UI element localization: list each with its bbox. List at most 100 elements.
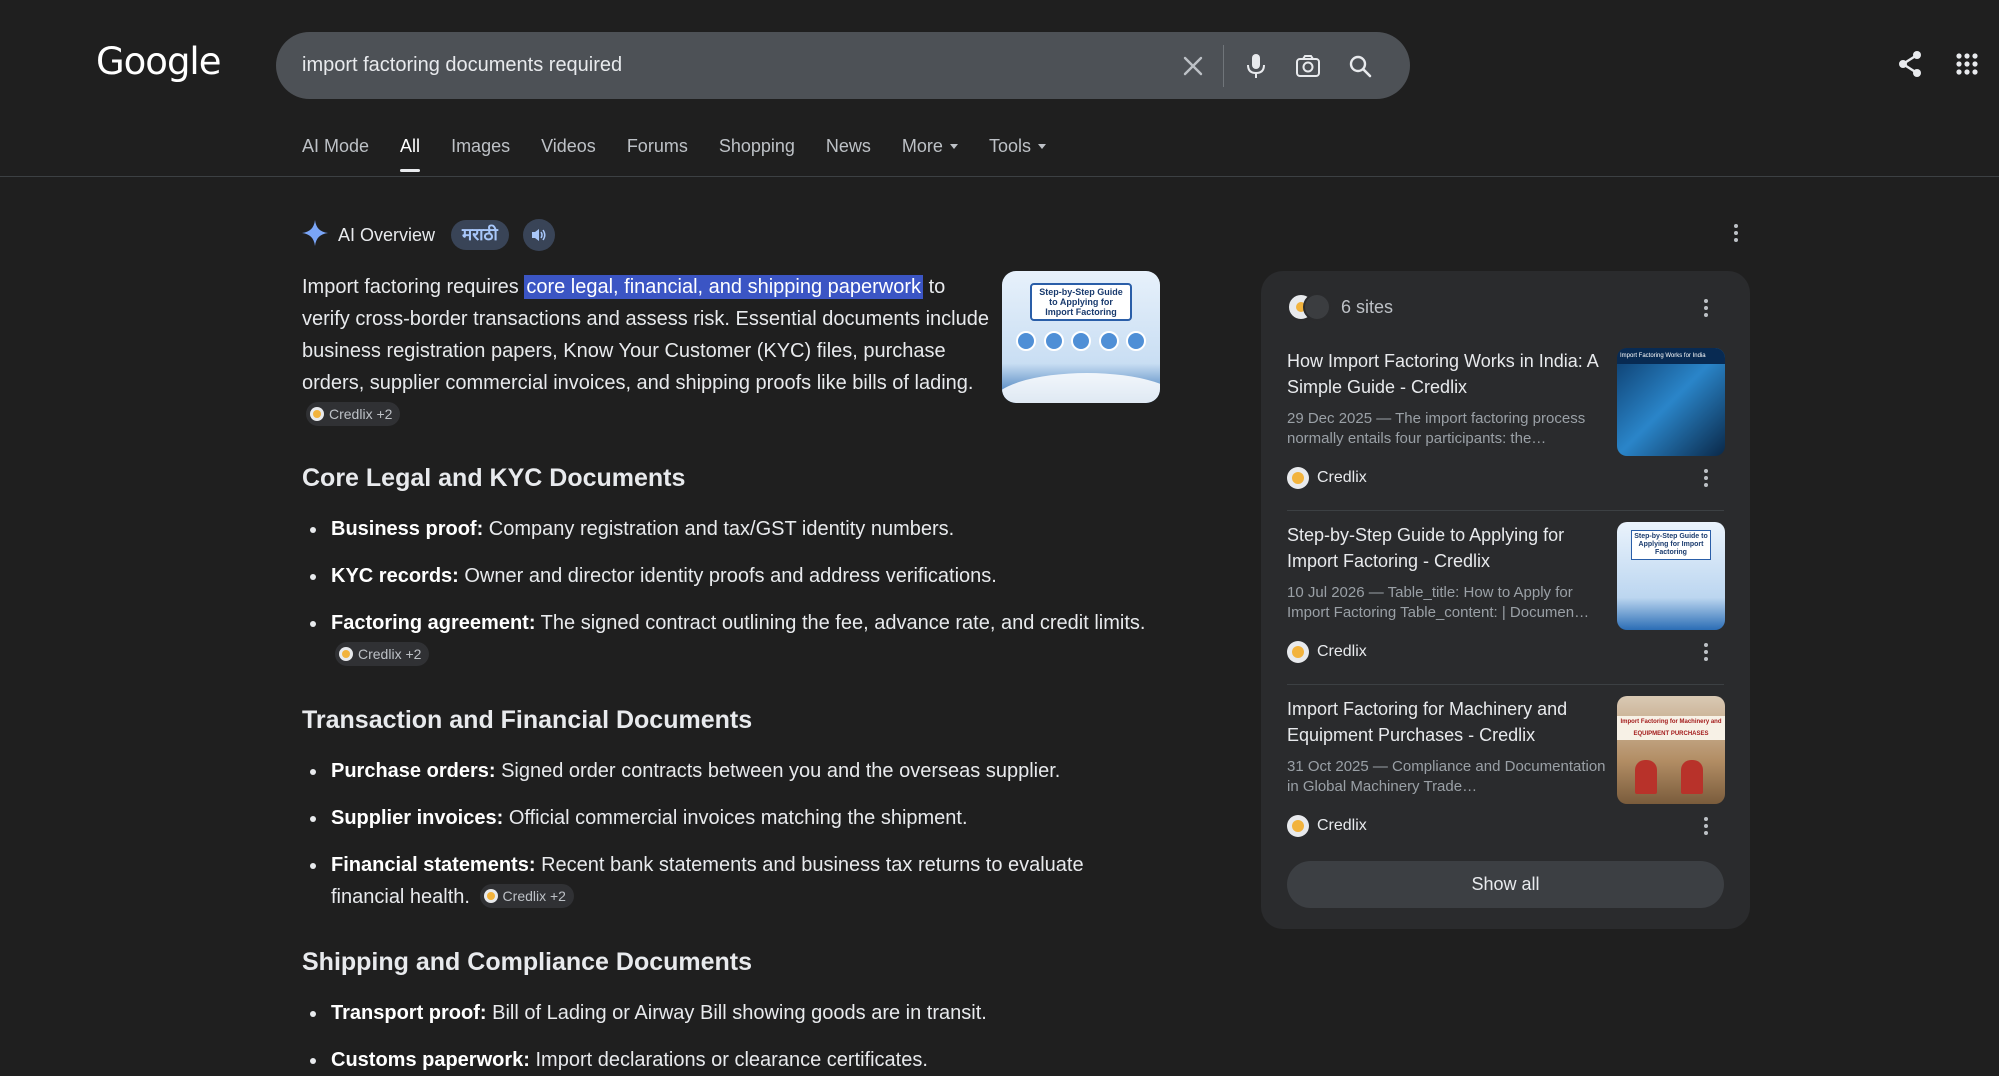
google-logo[interactable]: Google (96, 40, 221, 83)
source-title[interactable]: Import Factoring for Machinery and Equip… (1287, 696, 1609, 748)
item-term: KYC records: (331, 565, 459, 587)
intro-highlight: core legal, financial, and shipping pape… (524, 275, 924, 299)
section-heading: Core Legal and KYC Documents (302, 464, 686, 492)
source-thumbnail[interactable]: Import Factoring for Machinery and EQUIP… (1617, 696, 1725, 804)
more-options-icon[interactable] (1697, 467, 1715, 489)
list-item: Factoring agreement: The signed contract… (302, 607, 1162, 671)
credlix-favicon-icon (1287, 815, 1309, 837)
source-thumbnail[interactable]: Step-by-Step Guide to Applying for Impor… (1617, 522, 1725, 630)
item-text: The signed contract outlining the fee, a… (535, 612, 1146, 634)
more-options-icon[interactable] (1727, 222, 1745, 244)
credlix-favicon-icon (310, 407, 324, 421)
item-term: Business proof: (331, 518, 484, 540)
source-site[interactable]: Credlix (1287, 467, 1367, 489)
citation-chip[interactable]: Credlix +2 (479, 884, 574, 908)
ai-overview-intro: Import factoring requires core legal, fi… (302, 271, 992, 431)
tab-all[interactable]: All (400, 136, 421, 172)
source-title[interactable]: Step-by-Step Guide to Applying for Impor… (1287, 522, 1609, 574)
section-heading: Shipping and Compliance Documents (302, 948, 753, 976)
tab-tools-label: Tools (988, 136, 1031, 156)
search-bar[interactable]: import factoring documents required (276, 32, 1410, 99)
sources-panel: 6 sites How Import Factoring Works in In… (1261, 271, 1750, 929)
citation-label: Credlix +2 (358, 646, 422, 662)
citation-label: Credlix +2 (329, 406, 393, 422)
sources-header[interactable]: 6 sites (1287, 293, 1393, 321)
tab-images[interactable]: Images (451, 136, 510, 157)
search-input[interactable]: import factoring documents required (302, 32, 622, 99)
tab-forums[interactable]: Forums (627, 136, 688, 157)
divider (1287, 510, 1724, 511)
list-item: Financial statements: Recent bank statem… (302, 849, 1162, 913)
citation-chip[interactable]: Credlix +2 (306, 402, 401, 426)
item-text: Bill of Lading or Airway Bill showing go… (486, 1002, 987, 1024)
share-icon[interactable] (1890, 44, 1930, 84)
search-tabs: AI Mode All Images Videos Forums Shoppin… (302, 136, 1077, 172)
source-site[interactable]: Credlix (1287, 815, 1367, 837)
citation-label: Credlix +2 (502, 888, 566, 904)
item-term: Purchase orders: (331, 760, 496, 782)
list-item: KYC records: Owner and director identity… (302, 560, 1162, 592)
item-term: Supplier invoices: (331, 807, 504, 829)
tab-videos[interactable]: Videos (541, 136, 596, 157)
tab-more-label: More (901, 136, 943, 156)
ai-overview-title: AI Overview (338, 224, 436, 245)
tab-ai-mode[interactable]: AI Mode (302, 136, 369, 157)
section-list: Transport proof: Bill of Lading or Airwa… (302, 997, 1162, 1076)
more-options-icon[interactable] (1697, 815, 1715, 837)
item-text: Company registration and tax/GST identit… (483, 518, 955, 540)
divider (1287, 684, 1724, 685)
section-list: Purchase orders: Signed order contracts … (302, 755, 1162, 928)
tabs-divider (0, 176, 1999, 177)
list-item: Supplier invoices: Official commercial i… (302, 802, 1162, 834)
more-options-icon[interactable] (1697, 641, 1715, 663)
source-snippet: 29 Dec 2025 — The import factoring proce… (1287, 410, 1586, 447)
item-text: Official commercial invoices matching th… (503, 807, 968, 829)
source-site[interactable]: Credlix (1287, 641, 1367, 663)
item-text: Signed order contracts between you and t… (495, 760, 1061, 782)
search-icon[interactable] (1340, 46, 1380, 86)
section-list: Business proof: Company registration and… (302, 513, 1162, 686)
thumbnail-caption: Import Factoring Works for India (1617, 348, 1725, 364)
thumbnail-title: Step-by-Step Guide to Applying for Impor… (1030, 283, 1132, 321)
sources-count: 6 sites (1341, 296, 1394, 317)
list-item: Transport proof: Bill of Lading or Airwa… (302, 997, 1162, 1029)
thumbnail-steps (1016, 331, 1146, 351)
item-text: Import declarations or clearance certifi… (529, 1049, 928, 1071)
section-heading: Transaction and Financial Documents (302, 706, 753, 734)
microphone-icon[interactable] (1236, 46, 1276, 86)
tab-tools[interactable]: Tools (989, 136, 1046, 157)
credlix-favicon-icon (339, 647, 353, 661)
speaker-icon[interactable] (522, 219, 555, 251)
ai-overview-header: AI Overview मराठी (302, 219, 555, 251)
apps-grid-icon[interactable] (1947, 44, 1987, 84)
source-thumbnail[interactable]: Import Factoring Works for India (1617, 348, 1725, 456)
source-snippet: 31 Oct 2025 — Compliance and Documentati… (1287, 758, 1606, 795)
source-site-name: Credlix (1317, 469, 1367, 486)
overview-thumbnail[interactable]: Step-by-Step Guide to Applying for Impor… (1002, 271, 1160, 403)
search-divider (1223, 44, 1224, 87)
item-term: Financial statements: (331, 854, 536, 876)
tab-more[interactable]: More (902, 136, 958, 157)
source-site-name: Credlix (1317, 643, 1367, 660)
list-item: Customs paperwork: Import declarations o… (302, 1044, 1162, 1076)
credlix-favicon-icon (1287, 641, 1309, 663)
item-text: Owner and director identity proofs and a… (458, 565, 997, 587)
intro-text: Import factoring requires (302, 276, 525, 298)
clear-icon[interactable] (1173, 46, 1213, 86)
lens-icon[interactable] (1288, 46, 1328, 86)
language-button[interactable]: मराठी (451, 220, 509, 250)
item-term: Customs paperwork: (331, 1049, 530, 1071)
show-all-button[interactable]: Show all (1287, 861, 1724, 908)
source-title[interactable]: How Import Factoring Works in India: A S… (1287, 348, 1609, 400)
site-favicons-icon (1287, 293, 1333, 321)
credlix-favicon-icon (483, 889, 498, 903)
tab-shopping[interactable]: Shopping (719, 136, 795, 157)
list-item: Purchase orders: Signed order contracts … (302, 755, 1162, 787)
citation-chip[interactable]: Credlix +2 (335, 642, 430, 666)
credlix-favicon-icon (1287, 467, 1309, 489)
list-item: Business proof: Company registration and… (302, 513, 1162, 545)
more-options-icon[interactable] (1697, 297, 1715, 319)
thumbnail-caption: Step-by-Step Guide to Applying for Impor… (1631, 530, 1711, 560)
tab-news[interactable]: News (826, 136, 871, 157)
source-snippet: 10 Jul 2026 — Table_title: How to Apply … (1287, 584, 1590, 621)
